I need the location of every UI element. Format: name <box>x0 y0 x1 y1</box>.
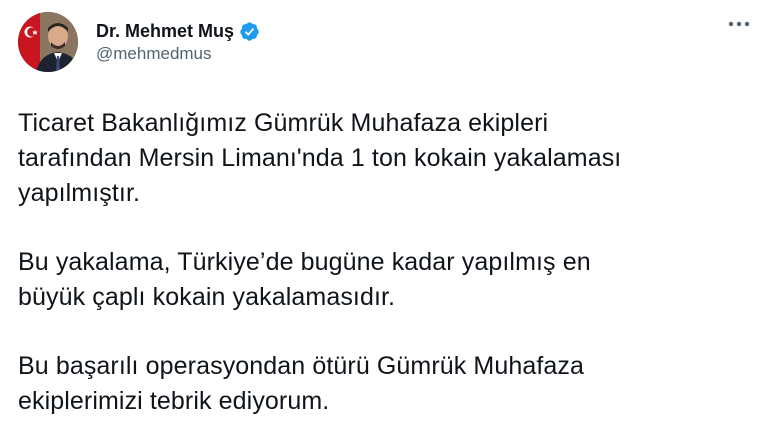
display-name[interactable]: Dr. Mehmet Muş <box>96 21 234 42</box>
more-options-icon <box>728 21 750 27</box>
verified-badge-icon <box>239 21 260 42</box>
avatar[interactable] <box>18 12 78 72</box>
tweet-card: Dr. Mehmet Muş @mehmedmus Ticaret Bakanl… <box>0 0 770 432</box>
tweet-text: Ticaret Bakanlığımız Gümrük Muhafaza eki… <box>18 106 752 419</box>
more-options-button[interactable] <box>726 14 752 34</box>
author-handle[interactable]: @mehmedmus <box>96 44 260 64</box>
tweet-paragraph: Bu başarılı operasyondan ötürü Gümrük Mu… <box>18 352 585 415</box>
tweet-paragraph: Bu yakalama, Türkiye’de bugüne kadar yap… <box>18 248 591 311</box>
author-info: Dr. Mehmet Muş @mehmedmus <box>96 20 260 64</box>
profile-photo-avatar-icon <box>18 12 78 72</box>
tweet-header: Dr. Mehmet Muş @mehmedmus <box>18 10 752 76</box>
tweet-paragraph: Ticaret Bakanlığımız Gümrük Muhafaza eki… <box>18 109 622 207</box>
name-row: Dr. Mehmet Muş <box>96 20 260 42</box>
